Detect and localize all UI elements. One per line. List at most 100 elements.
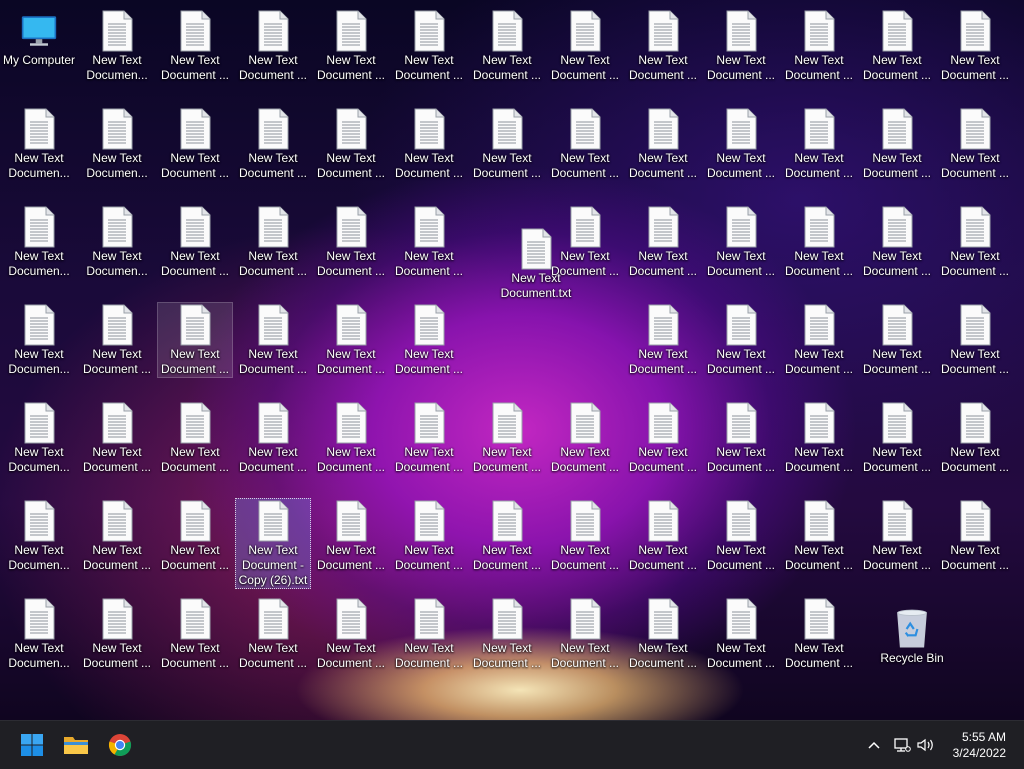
desktop-icon-text-document[interactable]: New Text Document ...	[313, 8, 389, 84]
desktop-icon-text-document[interactable]: New Text Document ...	[79, 302, 155, 378]
desktop-icon-text-document[interactable]: New Text Document ...	[859, 400, 935, 476]
desktop-icon-text-document[interactable]: New Text Document ...	[625, 498, 701, 574]
desktop-icon-text-document[interactable]: New Text Document ...	[703, 498, 779, 574]
desktop-icon-text-document[interactable]: New Text Document ...	[235, 302, 311, 378]
desktop-icon-text-document[interactable]: New Text Document ...	[157, 204, 233, 280]
desktop-icon-text-document[interactable]: New Text Document ...	[79, 596, 155, 672]
desktop-icon-text-document[interactable]: New Text Document ...	[937, 400, 1013, 476]
desktop-icon-text-document[interactable]: New Text Document ...	[313, 302, 389, 378]
desktop-icon-text-document[interactable]: New Text Documen...	[1, 400, 77, 476]
desktop-icon-text-document[interactable]: New Text Document ...	[391, 204, 467, 280]
desktop-icon-text-document[interactable]: New Text Document ...	[625, 106, 701, 182]
desktop-icon-text-document[interactable]: New Text Document ...	[781, 8, 857, 84]
desktop-icon-text-document[interactable]: New Text Document ...	[157, 596, 233, 672]
desktop-icon-text-document[interactable]: New Text Document ...	[313, 596, 389, 672]
desktop-icon-text-document[interactable]: New Text Document ...	[313, 204, 389, 280]
desktop[interactable]: My Computer New Text Documen... New Text Doc…	[0, 0, 1024, 720]
desktop-icon-text-document[interactable]: New Text Document ...	[703, 596, 779, 672]
desktop-icon-text-document-txt[interactable]: New Text Document.txt	[498, 226, 574, 302]
icon-image	[801, 499, 837, 543]
desktop-icon-text-document[interactable]: New Text Document ...	[547, 400, 623, 476]
desktop-icon-text-document[interactable]: New Text Document ...	[781, 106, 857, 182]
volume-button[interactable]	[916, 735, 936, 755]
desktop-icon-text-document[interactable]: New Text Document ...	[937, 204, 1013, 280]
desktop-icon-text-document[interactable]: New Text Document ...	[937, 498, 1013, 574]
icon-label: New Text Document ...	[472, 543, 542, 572]
desktop-icon-text-document[interactable]: New Text Document ...	[781, 596, 857, 672]
start-button[interactable]	[14, 727, 50, 763]
desktop-icon-text-document[interactable]: New Text Document ...	[625, 204, 701, 280]
desktop-icon-text-document[interactable]: New Text Document ...	[157, 106, 233, 182]
desktop-icon-text-document[interactable]: New Text Documen...	[1, 106, 77, 182]
desktop-icon-my-computer[interactable]: My Computer	[1, 8, 77, 69]
desktop-icon-text-document[interactable]: New Text Document ...	[469, 106, 545, 182]
desktop-icon-text-document[interactable]: New Text Document ...	[547, 106, 623, 182]
desktop-icon-text-document[interactable]: New Text Document ...	[781, 204, 857, 280]
desktop-icon-text-document[interactable]: New Text Document ...	[859, 106, 935, 182]
text-document-icon	[521, 228, 552, 270]
desktop-icon-text-document[interactable]: New Text Document ...	[937, 8, 1013, 84]
desktop-icon-text-document[interactable]: New Text Document ...	[781, 302, 857, 378]
desktop-icon-text-document[interactable]: New Text Document ...	[625, 596, 701, 672]
desktop-icon-text-document[interactable]: New Text Document ...	[313, 400, 389, 476]
desktop-icon-text-document[interactable]: New Text Documen...	[1, 204, 77, 280]
desktop-icon-text-document[interactable]: New Text Document ...	[703, 204, 779, 280]
show-hidden-icons-button[interactable]	[864, 735, 884, 755]
desktop-icon-text-document[interactable]: New Text Document ...	[469, 8, 545, 84]
desktop-icon-text-document[interactable]: New Text Document ...	[625, 400, 701, 476]
desktop-icon-text-document[interactable]: New Text Document ...	[469, 498, 545, 574]
desktop-icon-recycle-bin[interactable]: Recycle Bin	[874, 606, 950, 667]
desktop-icon-text-document[interactable]: New Text Document ...	[859, 8, 935, 84]
desktop-icon-text-document[interactable]: New Text Document ...	[313, 106, 389, 182]
desktop-icon-text-document[interactable]: New Text Document ...	[625, 302, 701, 378]
desktop-icon-text-document[interactable]: New Text Document ...	[391, 106, 467, 182]
desktop-icon-text-document[interactable]: New Text Documen...	[79, 8, 155, 84]
desktop-icon-text-document[interactable]: New Text Document ...	[235, 106, 311, 182]
desktop-icon-text-document[interactable]: New Text Documen...	[1, 302, 77, 378]
desktop-icon-text-document[interactable]: New Text Document ...	[157, 400, 233, 476]
desktop-icon-text-document[interactable]: New Text Document ...	[235, 596, 311, 672]
desktop-icon-text-document[interactable]: New Text Document ...	[391, 596, 467, 672]
desktop-icon-text-document[interactable]: New Text Document ...	[703, 302, 779, 378]
desktop-icon-text-document[interactable]: New Text Document ...	[937, 106, 1013, 182]
desktop-icon-text-document[interactable]: New Text Document ...	[703, 8, 779, 84]
desktop-icon-text-document[interactable]: New Text Document ...	[391, 498, 467, 574]
desktop-icon-text-document[interactable]: New Text Document ...	[703, 400, 779, 476]
icon-label: New Text Document ...	[238, 641, 308, 670]
desktop-icon-text-document[interactable]: New Text Document ...	[235, 204, 311, 280]
desktop-icon-text-document[interactable]: New Text Document ...	[79, 498, 155, 574]
file-explorer-button[interactable]	[58, 727, 94, 763]
desktop-icon-text-document[interactable]: New Text Document ...	[235, 8, 311, 84]
desktop-icon-text-document[interactable]: New Text Documen...	[1, 596, 77, 672]
desktop-icon-text-document[interactable]: New Text Document ...	[79, 400, 155, 476]
desktop-icon-text-document[interactable]: New Text Document ...	[859, 204, 935, 280]
desktop-icon-text-document[interactable]: New Text Document ...	[235, 400, 311, 476]
desktop-icon-text-document[interactable]: New Text Document ...	[391, 8, 467, 84]
desktop-icon-text-document[interactable]: New Text Document ...	[547, 8, 623, 84]
clock[interactable]: 5:55 AM 3/24/2022	[953, 729, 1006, 761]
desktop-icon-text-document[interactable]: New Text Document ...	[859, 302, 935, 378]
desktop-icon-text-document-selected[interactable]: New Text Document - Copy (26).txt	[235, 498, 311, 589]
network-button[interactable]	[892, 735, 912, 755]
text-document-icon	[804, 598, 835, 640]
desktop-icon-text-document[interactable]: New Text Document ...	[703, 106, 779, 182]
desktop-icon-text-document[interactable]: New Text Documen...	[79, 106, 155, 182]
desktop-icon-text-document[interactable]: New Text Document ...	[469, 596, 545, 672]
desktop-icon-text-document[interactable]: New Text Document ...	[781, 498, 857, 574]
desktop-icon-text-document[interactable]: New Text Documen...	[1, 498, 77, 574]
desktop-icon-text-document[interactable]: New Text Document ...	[157, 302, 233, 378]
desktop-icon-text-document[interactable]: New Text Document ...	[859, 498, 935, 574]
desktop-icon-text-document[interactable]: New Text Document ...	[547, 498, 623, 574]
desktop-icon-text-document[interactable]: New Text Document ...	[625, 8, 701, 84]
desktop-icon-text-document[interactable]: New Text Documen...	[79, 204, 155, 280]
desktop-icon-text-document[interactable]: New Text Document ...	[469, 400, 545, 476]
chrome-button[interactable]	[102, 727, 138, 763]
desktop-icon-text-document[interactable]: New Text Document ...	[781, 400, 857, 476]
desktop-icon-text-document[interactable]: New Text Document ...	[547, 596, 623, 672]
desktop-icon-text-document[interactable]: New Text Document ...	[157, 8, 233, 84]
desktop-icon-text-document[interactable]: New Text Document ...	[391, 400, 467, 476]
desktop-icon-text-document[interactable]: New Text Document ...	[937, 302, 1013, 378]
desktop-icon-text-document[interactable]: New Text Document ...	[391, 302, 467, 378]
desktop-icon-text-document[interactable]: New Text Document ...	[157, 498, 233, 574]
desktop-icon-text-document[interactable]: New Text Document ...	[313, 498, 389, 574]
